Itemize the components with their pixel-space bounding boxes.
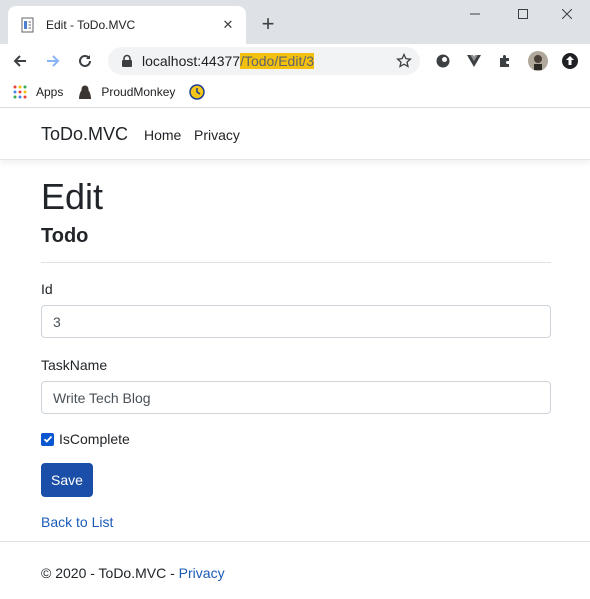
footer: © 2020 - ToDo.MVC - Privacy (41, 565, 225, 581)
vue-devtools-icon[interactable] (463, 50, 485, 72)
back-to-list-link[interactable]: Back to List (41, 514, 113, 530)
url-path: /Todo/Edit/3 (240, 53, 315, 69)
tab-close-icon[interactable]: ✕ (220, 17, 236, 33)
page-favicon-icon (20, 17, 36, 33)
address-bar[interactable]: localhost:44377/Todo/Edit/3 (108, 47, 420, 75)
id-label: Id (41, 281, 53, 297)
url-host: localhost:44377 (142, 53, 241, 69)
puzzle-extensions-icon[interactable] (494, 50, 516, 72)
iscomplete-checkbox[interactable] (41, 432, 54, 446)
profile-avatar[interactable] (527, 50, 549, 72)
iscomplete-label: IsComplete (59, 431, 130, 447)
bookmarks-bar: Apps ProudMonkey (0, 77, 590, 108)
footer-divider (0, 541, 590, 542)
nav-link-privacy[interactable]: Privacy (194, 127, 240, 143)
new-tab-button[interactable]: + (256, 12, 280, 36)
window-close-icon[interactable] (544, 0, 590, 28)
browser-toolbar: localhost:44377/Todo/Edit/3 (0, 44, 590, 77)
bookmark-label: Apps (36, 85, 64, 99)
update-arrow-icon[interactable] (559, 50, 581, 72)
page-title: Edit (41, 176, 104, 217)
maximize-icon[interactable] (500, 0, 546, 28)
monkey-icon (77, 84, 93, 100)
url-text: localhost:44377/Todo/Edit/3 (142, 53, 315, 69)
bookmark-clock[interactable] (189, 84, 213, 100)
lock-icon (122, 54, 132, 67)
site-navbar: ToDo.MVC Home Privacy (0, 109, 590, 160)
iscomplete-row: IsComplete (41, 431, 130, 447)
taskname-label: TaskName (41, 357, 108, 373)
back-arrow-icon[interactable] (7, 48, 33, 74)
save-button[interactable]: Save (41, 463, 93, 497)
tab-title: Edit - ToDo.MVC (46, 18, 136, 32)
browser-titlebar: Edit - ToDo.MVC ✕ + (0, 0, 590, 44)
bookmark-proudmonkey[interactable]: ProudMonkey (77, 84, 175, 100)
reload-icon[interactable] (72, 48, 98, 74)
bookmark-apps[interactable]: Apps (12, 84, 63, 100)
id-field[interactable] (41, 305, 551, 338)
apps-grid-icon (12, 84, 28, 100)
divider (41, 262, 551, 263)
minimize-icon[interactable] (452, 0, 498, 28)
browser-tab[interactable]: Edit - ToDo.MVC ✕ (8, 6, 246, 44)
page-subtitle: Todo (41, 225, 89, 247)
forward-arrow-icon[interactable] (40, 48, 66, 74)
taskname-field[interactable] (41, 381, 551, 414)
footer-privacy-link[interactable]: Privacy (179, 565, 225, 581)
bookmark-label: ProudMonkey (101, 85, 176, 99)
footer-text: © 2020 - ToDo.MVC - (41, 565, 179, 581)
site-brand-link[interactable]: ToDo.MVC (41, 124, 128, 145)
bookmark-star-icon[interactable] (396, 53, 412, 69)
clock-bookmark-icon (189, 84, 206, 100)
extension-circle-icon[interactable] (432, 50, 454, 72)
nav-link-home[interactable]: Home (144, 127, 181, 143)
checkmark-icon (43, 435, 52, 443)
